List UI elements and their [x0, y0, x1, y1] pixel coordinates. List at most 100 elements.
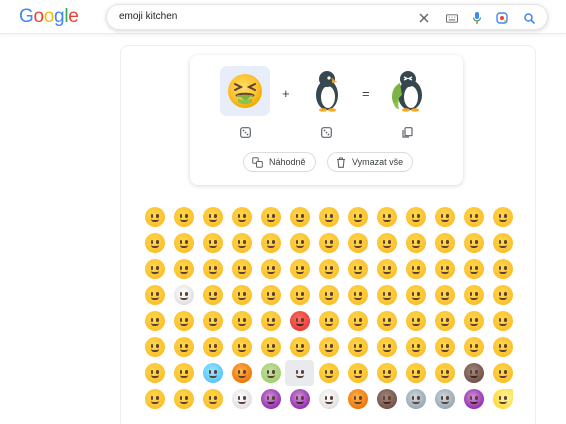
emoji-option[interactable]	[343, 386, 372, 412]
emoji-option[interactable]	[285, 256, 314, 282]
emoji-option[interactable]	[140, 256, 169, 282]
emoji-option[interactable]	[140, 204, 169, 230]
lens-icon[interactable]	[496, 12, 508, 24]
emoji-option[interactable]	[488, 334, 517, 360]
emoji-option[interactable]	[401, 230, 430, 256]
emoji-option[interactable]	[430, 282, 459, 308]
emoji-option[interactable]	[314, 308, 343, 334]
emoji-option[interactable]	[459, 360, 488, 386]
emoji-option[interactable]	[488, 256, 517, 282]
emoji-option[interactable]	[198, 308, 227, 334]
emoji-option[interactable]	[227, 334, 256, 360]
emoji-option[interactable]	[198, 204, 227, 230]
google-logo[interactable]: Google	[19, 6, 79, 28]
emoji-option[interactable]	[430, 230, 459, 256]
emoji-option[interactable]	[459, 204, 488, 230]
randomize-first-dice-icon[interactable]	[240, 127, 251, 138]
emoji-option[interactable]	[314, 360, 343, 386]
emoji-option[interactable]	[227, 308, 256, 334]
emoji-option[interactable]	[198, 334, 227, 360]
emoji-option[interactable]	[169, 256, 198, 282]
emoji-option[interactable]	[488, 230, 517, 256]
emoji-option[interactable]	[227, 256, 256, 282]
emoji-option[interactable]	[401, 282, 430, 308]
emoji-option[interactable]	[140, 386, 169, 412]
emoji-option[interactable]	[198, 230, 227, 256]
emoji-option[interactable]	[430, 308, 459, 334]
emoji-option[interactable]	[314, 282, 343, 308]
clear-all-button[interactable]: Vymazat vše	[327, 152, 414, 172]
emoji-option[interactable]	[314, 204, 343, 230]
emoji-option[interactable]	[169, 334, 198, 360]
emoji-option[interactable]	[198, 256, 227, 282]
copy-icon[interactable]	[402, 127, 413, 138]
emoji-option[interactable]	[372, 386, 401, 412]
emoji-option[interactable]	[343, 230, 372, 256]
emoji-option[interactable]	[169, 308, 198, 334]
random-button[interactable]: Náhodně	[243, 152, 316, 172]
emoji-option[interactable]	[401, 204, 430, 230]
emoji-option[interactable]	[459, 256, 488, 282]
emoji-option[interactable]	[488, 282, 517, 308]
emoji-option[interactable]	[401, 256, 430, 282]
emoji-option[interactable]	[314, 256, 343, 282]
emoji-option[interactable]	[459, 282, 488, 308]
emoji-option[interactable]	[285, 230, 314, 256]
emoji-option[interactable]	[140, 308, 169, 334]
emoji-option[interactable]	[285, 334, 314, 360]
emoji-option[interactable]	[372, 204, 401, 230]
emoji-option[interactable]	[372, 282, 401, 308]
search-icon[interactable]	[523, 12, 535, 24]
emoji-option[interactable]	[227, 360, 256, 386]
second-emoji-slot[interactable]	[302, 66, 352, 116]
emoji-option[interactable]	[198, 386, 227, 412]
search-box[interactable]: emoji kitchen	[106, 4, 548, 30]
emoji-option[interactable]	[488, 386, 517, 412]
emoji-option[interactable]	[140, 360, 169, 386]
emoji-option[interactable]	[430, 360, 459, 386]
emoji-option[interactable]	[285, 308, 314, 334]
emoji-option[interactable]	[227, 230, 256, 256]
keyboard-icon[interactable]	[446, 12, 458, 24]
emoji-option[interactable]	[198, 360, 227, 386]
emoji-option[interactable]	[314, 334, 343, 360]
clear-icon[interactable]	[418, 12, 430, 24]
result-emoji-slot[interactable]	[383, 66, 433, 116]
first-emoji-slot[interactable]	[220, 66, 270, 116]
emoji-option[interactable]	[430, 204, 459, 230]
emoji-option[interactable]	[169, 360, 198, 386]
emoji-option[interactable]	[256, 230, 285, 256]
emoji-option[interactable]	[256, 204, 285, 230]
emoji-option[interactable]	[140, 334, 169, 360]
emoji-option[interactable]	[401, 308, 430, 334]
emoji-option[interactable]	[169, 386, 198, 412]
emoji-option[interactable]	[401, 360, 430, 386]
randomize-second-dice-icon[interactable]	[321, 127, 332, 138]
emoji-option[interactable]	[459, 334, 488, 360]
emoji-option[interactable]	[256, 308, 285, 334]
emoji-option[interactable]	[256, 256, 285, 282]
emoji-option[interactable]	[372, 360, 401, 386]
emoji-option[interactable]	[198, 282, 227, 308]
emoji-option[interactable]	[256, 282, 285, 308]
emoji-option[interactable]	[169, 230, 198, 256]
emoji-option[interactable]	[343, 360, 372, 386]
emoji-option[interactable]	[401, 386, 430, 412]
emoji-option[interactable]	[256, 334, 285, 360]
emoji-option[interactable]	[314, 386, 343, 412]
emoji-option[interactable]	[401, 334, 430, 360]
emoji-option[interactable]	[285, 282, 314, 308]
emoji-option[interactable]	[314, 230, 343, 256]
emoji-option[interactable]	[372, 334, 401, 360]
emoji-option[interactable]	[227, 282, 256, 308]
emoji-option[interactable]	[285, 204, 314, 230]
emoji-option[interactable]	[169, 204, 198, 230]
emoji-option[interactable]	[488, 308, 517, 334]
emoji-option[interactable]	[488, 204, 517, 230]
emoji-option[interactable]	[343, 308, 372, 334]
emoji-option[interactable]	[140, 230, 169, 256]
emoji-option[interactable]	[343, 256, 372, 282]
emoji-option[interactable]	[256, 360, 285, 386]
search-input[interactable]: emoji kitchen	[119, 11, 177, 22]
emoji-option[interactable]	[372, 256, 401, 282]
